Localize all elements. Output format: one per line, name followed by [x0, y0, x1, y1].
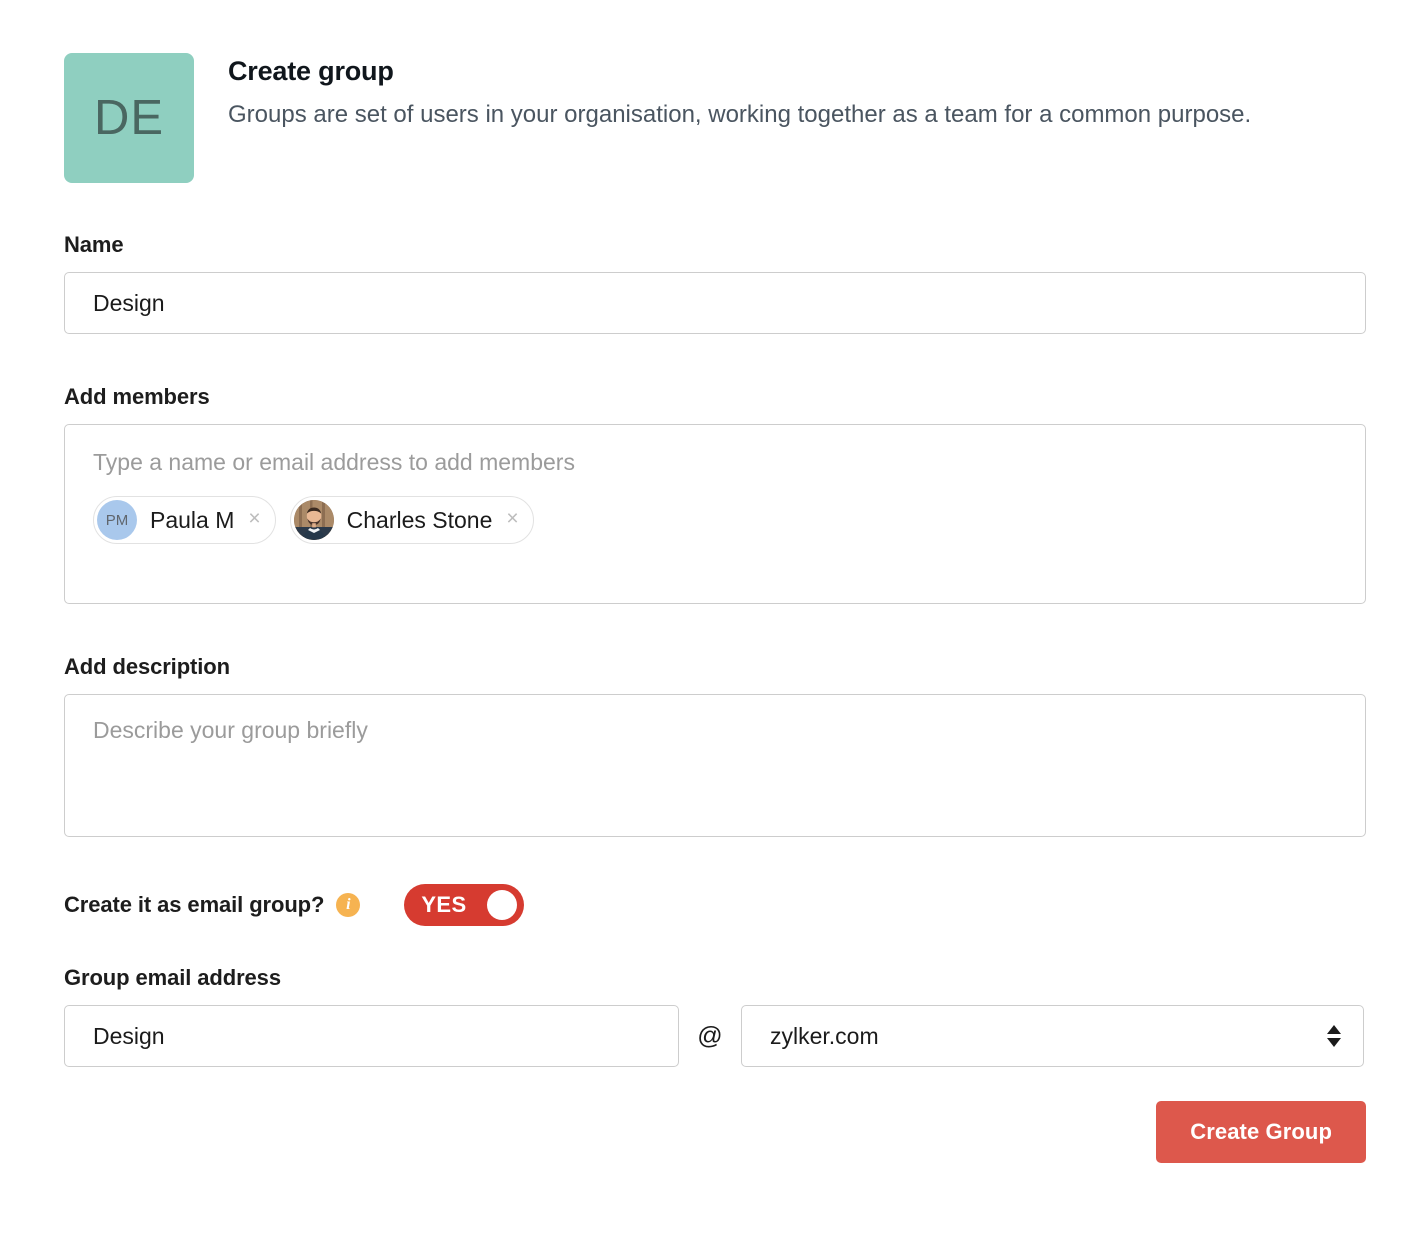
members-field-group: Add members Type a name or email address…	[64, 384, 1366, 604]
create-group-button[interactable]: Create Group	[1156, 1101, 1366, 1163]
members-input-placeholder[interactable]: Type a name or email address to add memb…	[93, 451, 1337, 474]
page-subtitle: Groups are set of users in your organisa…	[228, 101, 1252, 129]
email-group-toggle-row: Create it as email group? i YES	[64, 883, 1366, 927]
avatar-initials: PM	[105, 511, 129, 529]
member-chip[interactable]: PM Paula M ×	[93, 496, 276, 544]
page-header: DE Create group Groups are set of users …	[64, 53, 1364, 183]
group-email-row: @ zylker.com	[64, 1005, 1366, 1067]
name-label: Name	[64, 232, 124, 257]
create-group-form: Name Add members Type a name or email ad…	[64, 232, 1366, 1163]
create-group-page: DE Create group Groups are set of users …	[0, 0, 1414, 1250]
group-name-input[interactable]	[64, 272, 1366, 334]
email-group-toggle[interactable]: YES	[404, 884, 525, 926]
add-description-label: Add description	[64, 654, 230, 679]
page-title: Create group	[228, 56, 394, 86]
close-icon[interactable]: ×	[248, 508, 268, 532]
member-name: Paula M	[150, 506, 235, 533]
group-description-textarea[interactable]	[64, 694, 1366, 837]
name-field-group: Name	[64, 232, 1366, 334]
member-chip-list: PM Paula M × Charles Stone ×	[93, 496, 1337, 544]
avatar: PM	[97, 500, 137, 540]
description-field-group: Add description	[64, 654, 1366, 837]
avatar-photo-icon	[293, 500, 334, 540]
toggle-state-label: YES	[421, 892, 467, 917]
add-members-label: Add members	[64, 384, 210, 409]
domain-select-value[interactable]: zylker.com	[741, 1005, 1364, 1067]
group-email-field-group: Group email address @ zylker.com	[64, 965, 1366, 1067]
header-text-block: Create group Groups are set of users in …	[228, 53, 1251, 132]
toggle-knob	[487, 890, 518, 920]
group-avatar-tile: DE	[64, 53, 194, 183]
group-email-domain-select[interactable]: zylker.com	[741, 1005, 1364, 1067]
members-box[interactable]: Type a name or email address to add memb…	[64, 424, 1366, 604]
email-group-label: Create it as email group?	[64, 892, 325, 917]
member-chip[interactable]: Charles Stone ×	[289, 496, 534, 544]
close-icon[interactable]: ×	[506, 508, 526, 532]
group-email-label: Group email address	[64, 965, 281, 990]
member-name: Charles Stone	[346, 506, 493, 533]
group-email-local-input[interactable]	[64, 1005, 679, 1067]
submit-row: Create Group	[64, 1101, 1366, 1163]
at-symbol: @	[697, 1021, 723, 1050]
avatar	[293, 500, 334, 540]
info-icon[interactable]: i	[336, 893, 361, 917]
group-avatar-initials: DE	[93, 91, 165, 145]
